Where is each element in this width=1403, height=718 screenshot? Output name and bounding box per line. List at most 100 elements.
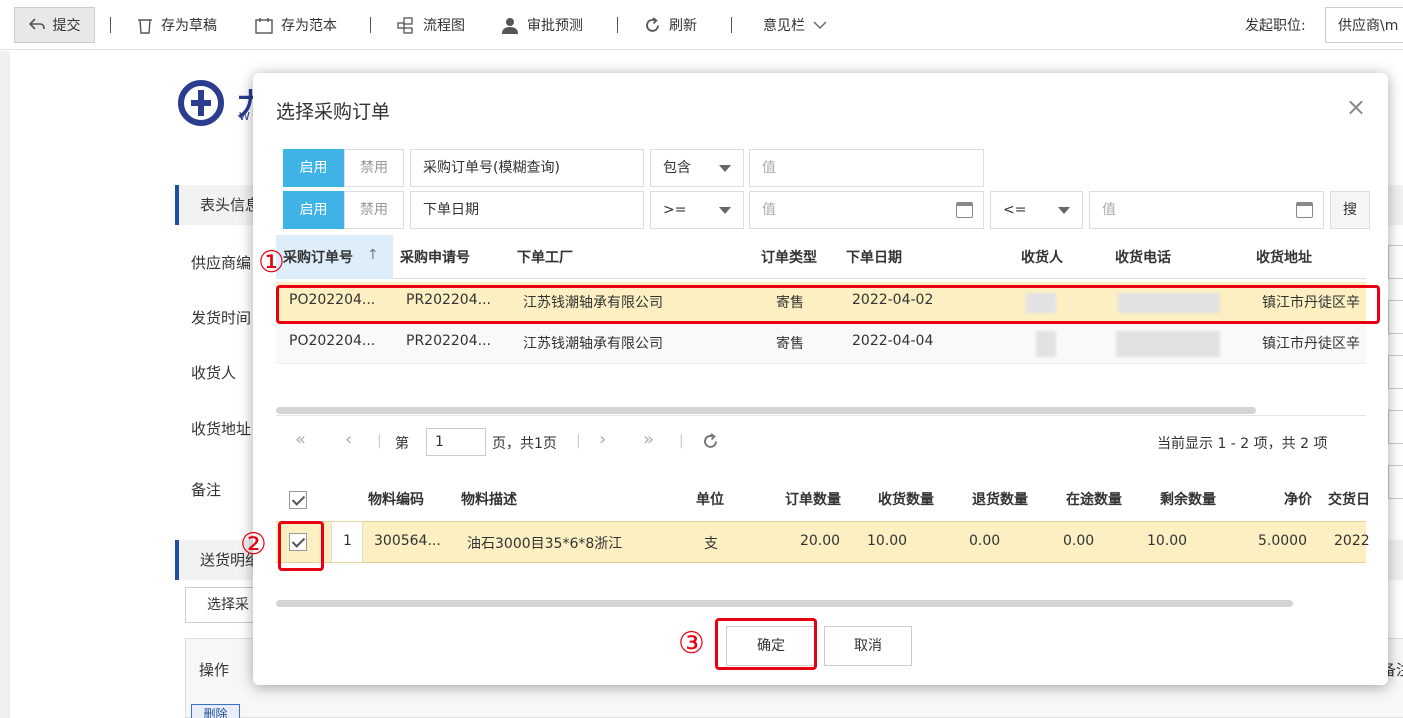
position-select[interactable]: 供应商\m [1325, 7, 1403, 43]
caret-down-icon [719, 165, 731, 172]
bg-input[interactable] [1388, 245, 1403, 279]
select-po-dialog: 选择采购订单 × 启用 禁用 采购订单号(模糊查询) 包含 值 启用 禁用 下单… [253, 73, 1388, 685]
cell-factory: 江苏钱潮轴承有限公司 [523, 336, 663, 352]
cell-pr: PR202204... [406, 333, 491, 349]
trash-icon [138, 18, 152, 34]
flowchart-icon [397, 16, 413, 34]
date-from-input[interactable]: 值 [749, 191, 984, 229]
field-label-receiver: 收货人 [191, 364, 237, 382]
date-to-input[interactable]: 值 [1089, 191, 1324, 229]
operator-value: <= [1003, 202, 1027, 218]
close-icon[interactable]: × [1346, 93, 1366, 121]
horizontal-scrollbar[interactable] [276, 600, 1293, 607]
bg-input[interactable] [1388, 355, 1403, 389]
cell-type: 寄售 [776, 336, 804, 352]
position-label-text: 发起职位: [1245, 18, 1306, 34]
save-draft-button[interactable]: 存为草稿 [137, 0, 217, 50]
select-all-checkbox[interactable] [289, 491, 307, 509]
column-header-code: 物料编码 [368, 492, 424, 508]
sort-asc-icon[interactable]: ↑ [367, 247, 379, 263]
column-header-date[interactable]: 下单日期 [846, 247, 902, 267]
column-header-address[interactable]: 收货地址 [1256, 247, 1312, 267]
annotation-box-2 [278, 521, 324, 571]
date-from-placeholder: 值 [762, 202, 776, 218]
calendar-icon[interactable] [956, 202, 973, 218]
next-page-icon[interactable]: › [599, 429, 606, 450]
calendar-icon [255, 17, 273, 34]
pager-summary: 当前显示 1 - 2 项，共 2 项 [1157, 436, 1328, 452]
annotation-marker-3: ③ [678, 626, 705, 661]
enable-button[interactable]: 启用 [283, 149, 344, 187]
bg-input[interactable] [1388, 465, 1403, 499]
redacted-receiver [1036, 331, 1056, 357]
column-header-desc: 物料描述 [461, 492, 517, 508]
filter-toggle-2: 启用 禁用 [283, 191, 404, 229]
logo-subtext: W [239, 110, 250, 123]
prev-page-icon[interactable]: ‹ [345, 429, 352, 450]
cell-index: 1 [343, 533, 352, 549]
page-label: 第 [395, 436, 409, 452]
column-header-type[interactable]: 订单类型 [761, 247, 817, 267]
refresh-label: 刷新 [669, 18, 697, 34]
opinion-bar-button[interactable]: 意见栏 [763, 0, 827, 50]
item-grid-header: 物料编码 物料描述 单位 订单数量 收货数量 退货数量 在途数量 剩余数量 净价… [276, 477, 1370, 521]
grid-divider [276, 415, 1366, 416]
cell-recv-qty: 10.00 [867, 533, 908, 549]
column-header-order-qty: 订单数量 [785, 492, 841, 508]
first-page-icon[interactable]: « [295, 429, 306, 450]
bg-input[interactable] [1388, 300, 1403, 334]
save-template-button[interactable]: 存为范本 [255, 0, 337, 50]
last-page-icon[interactable]: » [643, 429, 654, 450]
enable-button[interactable]: 启用 [283, 191, 344, 229]
save-template-label: 存为范本 [281, 18, 337, 34]
refresh-icon[interactable] [702, 433, 719, 450]
flowchart-button[interactable]: 流程图 [397, 0, 465, 50]
filter-operator-select[interactable]: 包含 [650, 149, 744, 187]
column-header-pr[interactable]: 采购申请号 [400, 247, 470, 267]
refresh-button[interactable]: 刷新 [644, 0, 697, 50]
save-draft-label: 存为草稿 [161, 18, 217, 34]
operator-value: >= [663, 202, 687, 218]
cell-delivery: 2022 [1334, 533, 1370, 549]
filter-field-select[interactable]: 采购订单号(模糊查询) [410, 149, 644, 187]
page-number-input[interactable]: 1 [426, 428, 486, 456]
column-header-phone[interactable]: 收货电话 [1115, 247, 1171, 267]
filter-value-input[interactable]: 值 [749, 149, 984, 187]
column-header-remain-qty: 剩余数量 [1160, 492, 1216, 508]
cell-price: 5.0000 [1258, 533, 1307, 549]
disable-button[interactable]: 禁用 [344, 149, 404, 187]
op-column-header: 操作 [199, 661, 230, 679]
redacted-phone [1116, 331, 1220, 357]
user-icon [502, 17, 518, 34]
filter-operator-select[interactable]: >= [650, 191, 744, 229]
submit-button[interactable]: 提交 [14, 7, 95, 43]
delete-button[interactable]: 删除 [191, 704, 240, 718]
toolbar-divider [370, 17, 371, 33]
filter-field-select[interactable]: 下单日期 [410, 191, 644, 229]
table-row[interactable]: PO202204... PR202204... 江苏钱潮轴承有限公司 寄售 20… [276, 323, 1366, 364]
column-header-po[interactable]: 采购订单号 [283, 247, 353, 267]
company-logo [177, 80, 227, 130]
page-total: 页，共1页 [492, 436, 557, 452]
approval-predict-label: 审批预测 [527, 18, 583, 34]
column-header-receiver[interactable]: 收货人 [1021, 247, 1063, 267]
bg-input[interactable] [1388, 410, 1403, 444]
toolbar-divider [110, 17, 111, 33]
order-grid-header: 采购订单号 ↑ 采购申请号 下单工厂 订单类型 下单日期 收货人 收货电话 收货… [276, 235, 1366, 279]
position-value: 供应商\m [1338, 18, 1399, 34]
annotation-box-1 [276, 285, 1380, 324]
cancel-button[interactable]: 取消 [824, 626, 912, 666]
column-header-factory[interactable]: 下单工厂 [517, 247, 573, 267]
date-to-placeholder: 值 [1102, 202, 1116, 218]
search-button[interactable]: 搜 [1330, 191, 1370, 229]
approval-predict-button[interactable]: 审批预测 [501, 0, 583, 50]
filter-operator-select-2[interactable]: <= [990, 191, 1083, 229]
column-header-price: 净价 [1284, 492, 1312, 508]
table-row[interactable]: 1 300564... 油石3000目35*6*8浙江 支 20.00 10.0… [276, 521, 1370, 563]
field-label-address: 收货地址 [191, 420, 252, 438]
cell-order-qty: 20.00 [800, 533, 841, 549]
horizontal-scrollbar[interactable] [276, 407, 1256, 414]
top-toolbar: 提交 存为草稿 存为范本 流程图 审批预测 刷新 意见栏 发起职位: 供应商\m [0, 0, 1403, 50]
disable-button[interactable]: 禁用 [344, 191, 404, 229]
calendar-icon[interactable] [1296, 202, 1313, 218]
